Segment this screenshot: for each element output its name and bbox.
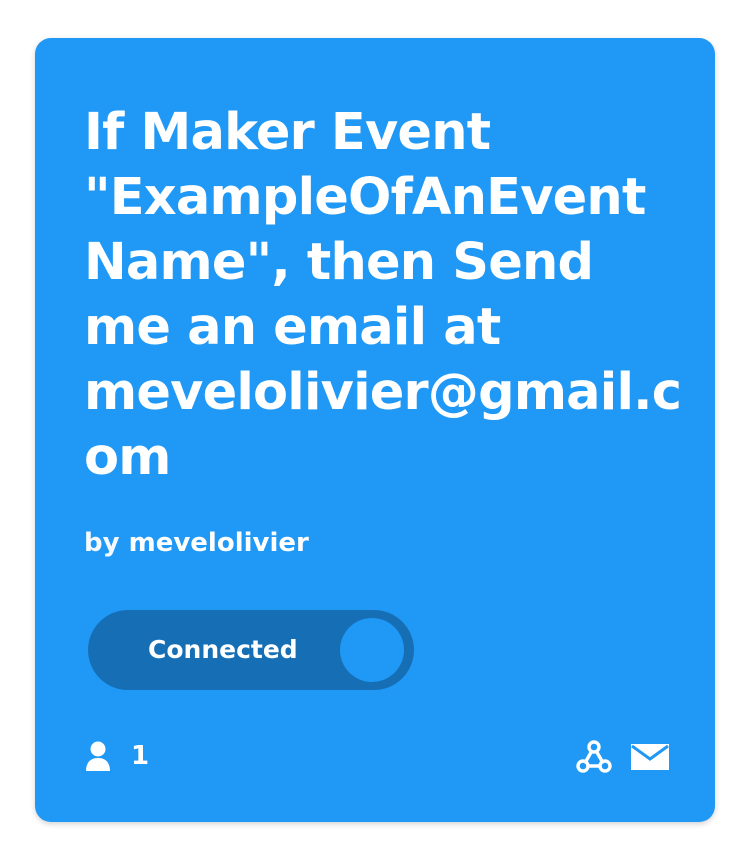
- user-icon: [85, 740, 111, 772]
- author-name[interactable]: mevelolivier: [129, 528, 309, 558]
- applet-title: If Maker Event "ExampleOfAnEventName", t…: [84, 103, 682, 487]
- webhooks-icon: [575, 738, 613, 776]
- toggle-label: Connected: [148, 635, 298, 664]
- byline-prefix: by: [84, 528, 120, 558]
- user-count-group: 1: [85, 738, 149, 774]
- email-icon: [631, 744, 669, 770]
- user-count: 1: [131, 741, 150, 771]
- connected-toggle[interactable]: Connected: [88, 610, 414, 690]
- service-icons: [575, 738, 669, 776]
- applet-card[interactable]: If Maker Event "ExampleOfAnEventName", t…: [35, 38, 715, 822]
- toggle-knob[interactable]: [340, 618, 404, 682]
- applet-byline: by mevelolivier: [84, 526, 309, 560]
